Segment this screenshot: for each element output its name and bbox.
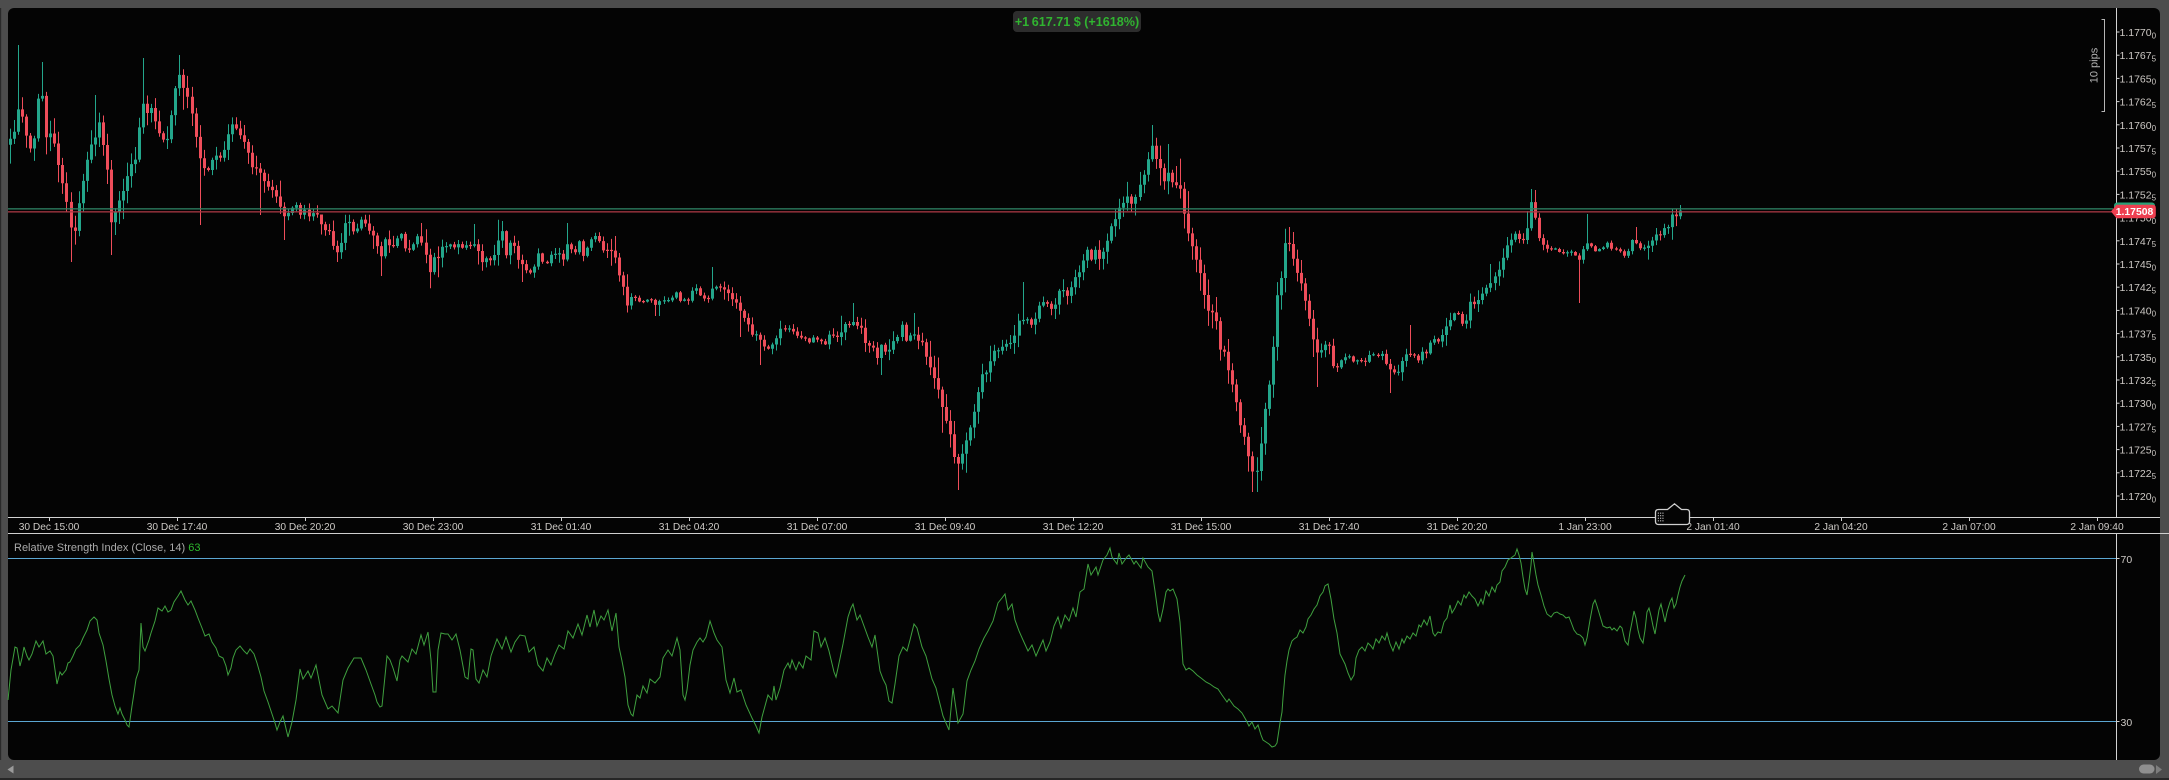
svg-text:1.17300: 1.17300 [2120, 398, 2157, 411]
svg-text:1.17625: 1.17625 [2120, 97, 2157, 110]
svg-text:1.17675: 1.17675 [2120, 50, 2157, 63]
svg-text:1.17700: 1.17700 [2120, 27, 2157, 40]
svg-text:1.17325: 1.17325 [2120, 375, 2157, 388]
svg-text:31 Dec 15:00: 31 Dec 15:00 [1171, 522, 1232, 533]
svg-text:2 Jan 09:40: 2 Jan 09:40 [2070, 522, 2124, 533]
svg-text:30 Dec 23:00: 30 Dec 23:00 [403, 522, 464, 533]
svg-text:31 Dec 01:40: 31 Dec 01:40 [531, 522, 592, 533]
svg-text:1.17350: 1.17350 [2120, 352, 2157, 365]
svg-text:1.17450: 1.17450 [2120, 259, 2157, 272]
svg-text:30 Dec 20:20: 30 Dec 20:20 [275, 522, 336, 533]
svg-text:2 Jan 04:20: 2 Jan 04:20 [1814, 522, 1868, 533]
svg-text:1.17525: 1.17525 [2120, 189, 2157, 202]
svg-text:1.17200: 1.17200 [2120, 491, 2157, 504]
svg-text:1.17600: 1.17600 [2120, 120, 2157, 133]
svg-text:31 Dec 17:40: 31 Dec 17:40 [1299, 522, 1360, 533]
svg-text:30: 30 [2121, 717, 2133, 729]
svg-text:2 Jan 01:40: 2 Jan 01:40 [1686, 522, 1740, 533]
svg-text:1.17225: 1.17225 [2120, 468, 2157, 481]
svg-text:31 Dec 07:00: 31 Dec 07:00 [787, 522, 848, 533]
svg-text:1.17508: 1.17508 [2116, 207, 2154, 218]
svg-text:31 Dec 09:40: 31 Dec 09:40 [915, 522, 976, 533]
svg-text:2 Jan 07:00: 2 Jan 07:00 [1942, 522, 1996, 533]
svg-text:1 Jan 23:00: 1 Jan 23:00 [1558, 522, 1612, 533]
svg-text:1.17650: 1.17650 [2120, 73, 2157, 86]
svg-text:1.17375: 1.17375 [2120, 329, 2157, 342]
svg-text:1.17575: 1.17575 [2120, 143, 2157, 156]
svg-text:1.17425: 1.17425 [2120, 282, 2157, 295]
svg-text:31 Dec 04:20: 31 Dec 04:20 [659, 522, 720, 533]
svg-text:1.17250: 1.17250 [2120, 445, 2157, 458]
svg-text:1.17400: 1.17400 [2120, 305, 2157, 318]
svg-text:1.17475: 1.17475 [2120, 236, 2157, 249]
svg-text:70: 70 [2121, 554, 2133, 566]
svg-text:30 Dec 15:00: 30 Dec 15:00 [19, 522, 80, 533]
svg-text:Relative Strength Index (Close: Relative Strength Index (Close, 14) 63 [14, 542, 201, 554]
svg-text:10 pips: 10 pips [2089, 47, 2101, 83]
svg-text:1.17550: 1.17550 [2120, 166, 2157, 179]
svg-text:1.17275: 1.17275 [2120, 421, 2157, 434]
svg-text:30 Dec 17:40: 30 Dec 17:40 [147, 522, 208, 533]
svg-text:31 Dec 12:20: 31 Dec 12:20 [1043, 522, 1104, 533]
svg-text:31 Dec 20:20: 31 Dec 20:20 [1427, 522, 1488, 533]
svg-text:+1 617.71 $ (+1618%): +1 617.71 $ (+1618%) [1015, 15, 1139, 29]
